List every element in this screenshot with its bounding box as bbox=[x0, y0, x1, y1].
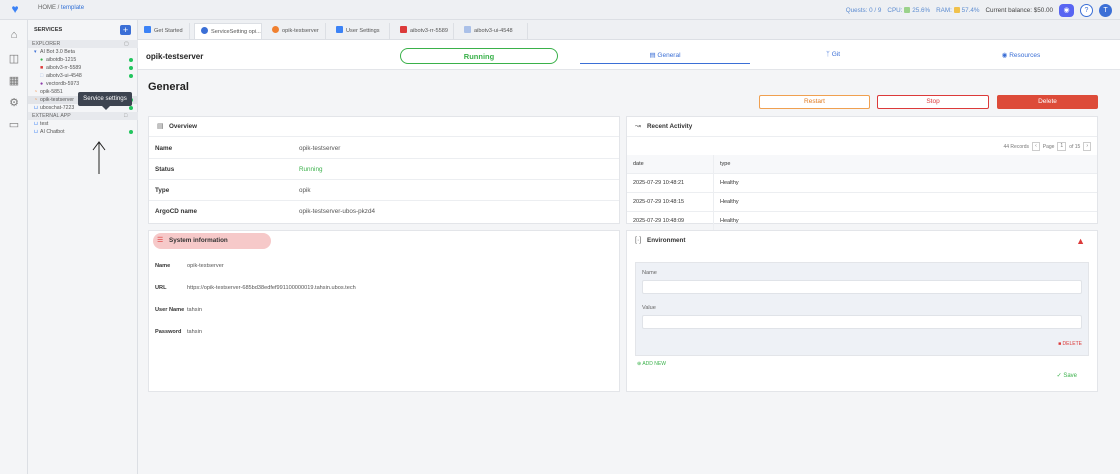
sysinfo-row-name: Name opik-testserver bbox=[155, 263, 224, 269]
service-header: opik-testserver Running ▤ General ᛉ Git … bbox=[138, 40, 1120, 70]
next-page-button[interactable]: › bbox=[1083, 142, 1091, 151]
document-icon: □ bbox=[124, 113, 128, 119]
trend-icon: ↝ bbox=[635, 123, 641, 130]
activity-header: ↝ Recent Activity bbox=[627, 117, 1097, 137]
add-new-button[interactable]: ⊕ ADD NEW bbox=[637, 361, 666, 367]
balance: Current balance: $50.00 bbox=[985, 6, 1053, 14]
env-name-label: Name bbox=[642, 270, 657, 276]
warning-icon: ▲ bbox=[1076, 236, 1085, 246]
main-content: opik-testserver Running ▤ General ᛉ Git … bbox=[138, 40, 1120, 474]
service-settings-tooltip: Service settings bbox=[78, 92, 132, 110]
records-count: 44 Records bbox=[1003, 143, 1030, 150]
tab-bar: Get Started ServiceSetting opi... opik-t… bbox=[138, 20, 1120, 40]
restart-button[interactable]: Restart bbox=[759, 95, 870, 109]
table-row: 2025-07-29 10:48:09 Healthy bbox=[627, 212, 1097, 231]
sidebar-item-aibotv3-ui[interactable]: □ aibotv3-ui-4548 bbox=[28, 72, 138, 80]
tab-opik-testserver[interactable]: opik-testserver bbox=[266, 23, 326, 39]
ubos-logo-icon[interactable]: ♥ bbox=[8, 3, 22, 16]
system-info-card: ☰ System information Name opik-testserver … bbox=[148, 230, 620, 392]
tab-get-started[interactable]: Get Started bbox=[138, 23, 190, 39]
sidebar-item-aibotv3-rr[interactable]: ■ aibotv3-rr-5589 bbox=[28, 64, 138, 72]
recent-activity-card: ↝ Recent Activity 44 Records ‹ Page 1 of … bbox=[626, 116, 1098, 231]
env-name-input[interactable] bbox=[642, 280, 1082, 294]
sysinfo-row-url: URL https://opik-testserver-685bd38edfef9… bbox=[155, 285, 356, 291]
delete-button[interactable]: Delete bbox=[997, 95, 1098, 109]
page-title: General bbox=[148, 81, 189, 93]
breadcrumb-template[interactable]: template bbox=[61, 5, 84, 11]
table-header: date type bbox=[627, 155, 1097, 174]
env-delete-button[interactable]: ■ DELETE bbox=[1058, 341, 1082, 347]
tab-resources[interactable]: ◉ Resources bbox=[946, 51, 1096, 59]
environment-card: [·] Environment ▲ Name Value ■ DELETE ⊕ A… bbox=[626, 230, 1098, 392]
brackets-icon: [·] bbox=[635, 237, 642, 244]
icon-rail: ⌂ ◫ ▦ ⚙ ▭ bbox=[0, 20, 28, 474]
save-button[interactable]: ✓ Save bbox=[1057, 372, 1077, 379]
tab-aibotv3-ui[interactable]: aibotv3-ui-4548 bbox=[458, 23, 528, 39]
env-variable-box: Name Value ■ DELETE bbox=[635, 262, 1089, 356]
overview-row-status: Status Running bbox=[149, 159, 619, 180]
cpu-label: CPU: 25.6% bbox=[887, 6, 931, 14]
project-ai-bot[interactable]: ▾ AI Bot 3.0 Beta bbox=[28, 48, 138, 56]
monitor-icon[interactable]: ▭ bbox=[7, 118, 21, 132]
tab-aibotv3-rr[interactable]: aibotv3-rr-5589 bbox=[394, 23, 454, 39]
discord-icon[interactable]: ◉ bbox=[1059, 3, 1074, 17]
env-value-input[interactable] bbox=[642, 315, 1082, 329]
services-title: SERVICES bbox=[34, 27, 63, 33]
breadcrumb: HOME / template bbox=[38, 5, 85, 11]
user-avatar-icon[interactable]: T bbox=[1099, 3, 1112, 17]
help-icon[interactable]: ? bbox=[1080, 3, 1093, 17]
home-icon[interactable]: ⌂ bbox=[7, 28, 21, 42]
tab-user-settings[interactable]: User Settings bbox=[330, 23, 390, 39]
tab-service-setting[interactable]: ServiceSetting opi... bbox=[194, 23, 262, 39]
sysinfo-row-password: Password tahsin bbox=[155, 329, 202, 335]
breadcrumb-home[interactable]: HOME bbox=[38, 5, 56, 11]
server-icon: ▤ bbox=[157, 123, 164, 130]
cpu-value: 25.6% bbox=[912, 6, 931, 14]
sysinfo-row-username: User Name tahsin bbox=[155, 307, 202, 313]
system-info-header: ☰ System information bbox=[149, 231, 619, 251]
overview-row-name: Name opik-testserver bbox=[149, 138, 619, 159]
external-app-section[interactable]: EXTERNAL APP □ bbox=[28, 112, 138, 120]
service-name: opik-testserver bbox=[146, 52, 204, 61]
overview-header: ▤ Overview bbox=[149, 117, 619, 137]
add-service-button[interactable]: + bbox=[120, 25, 131, 35]
table-row: 2025-07-29 10:48:15 Healthy bbox=[627, 193, 1097, 212]
layout-icon[interactable]: ◫ bbox=[7, 52, 21, 66]
sidebar-ext-ai-chatbot[interactable]: ⊔ AI Chatbot bbox=[28, 128, 138, 136]
overview-row-type: Type opik bbox=[149, 180, 619, 201]
overview-row-argocd: ArgoCD name opik-testserver-ubos-pkzd4 bbox=[155, 208, 375, 215]
sidebar-ext-test[interactable]: ⊔ test bbox=[28, 120, 138, 128]
overview-card: ▤ Overview Name opik-testserver Status Runn… bbox=[148, 116, 620, 224]
table-row: 2025-07-29 10:48:21 Healthy bbox=[627, 174, 1097, 193]
status-pill: Running bbox=[400, 48, 558, 64]
environment-header: [·] Environment bbox=[627, 231, 1097, 251]
service-url[interactable]: https://opik-testserver-685bd38edfef9911… bbox=[187, 285, 356, 291]
top-stats: Quests: 0 / 9 CPU: 25.6% RAM: 57.4% Curr… bbox=[846, 3, 1112, 17]
prev-page-button[interactable]: ‹ bbox=[1032, 142, 1040, 151]
settings-icon[interactable]: ⚙ bbox=[7, 96, 21, 110]
sidebar-item-vectordb[interactable]: ● vectordb-5973 bbox=[28, 80, 138, 88]
list-icon: ☰ bbox=[157, 237, 164, 244]
explorer-section[interactable]: EXPLORER ▢ bbox=[28, 40, 138, 48]
tab-general[interactable]: ▤ General bbox=[580, 51, 750, 64]
pagination: 44 Records ‹ Page 1 of 15 › bbox=[1003, 142, 1091, 151]
quests-link[interactable]: Quests: 0 / 9 bbox=[846, 7, 882, 14]
stop-button[interactable]: Stop bbox=[877, 95, 989, 109]
folder-icon: ▢ bbox=[124, 41, 129, 47]
services-sidebar: SERVICES + EXPLORER ▢ ▾ AI Bot 3.0 Beta … bbox=[28, 20, 138, 474]
sidebar-item-aibotdb[interactable]: ● aibotdb-1215 bbox=[28, 56, 138, 64]
env-value-label: Value bbox=[642, 305, 656, 311]
apps-icon[interactable]: ▦ bbox=[7, 74, 21, 88]
tab-git[interactable]: ᛉ Git bbox=[758, 51, 908, 58]
annotation-arrow bbox=[92, 141, 106, 174]
page-input[interactable]: 1 bbox=[1057, 142, 1067, 151]
ram-label: RAM: 57.4% bbox=[936, 6, 980, 14]
ram-value: 57.4% bbox=[961, 6, 980, 14]
top-bar: ♥ HOME / template Quests: 0 / 9 CPU: 25.… bbox=[0, 0, 1120, 20]
